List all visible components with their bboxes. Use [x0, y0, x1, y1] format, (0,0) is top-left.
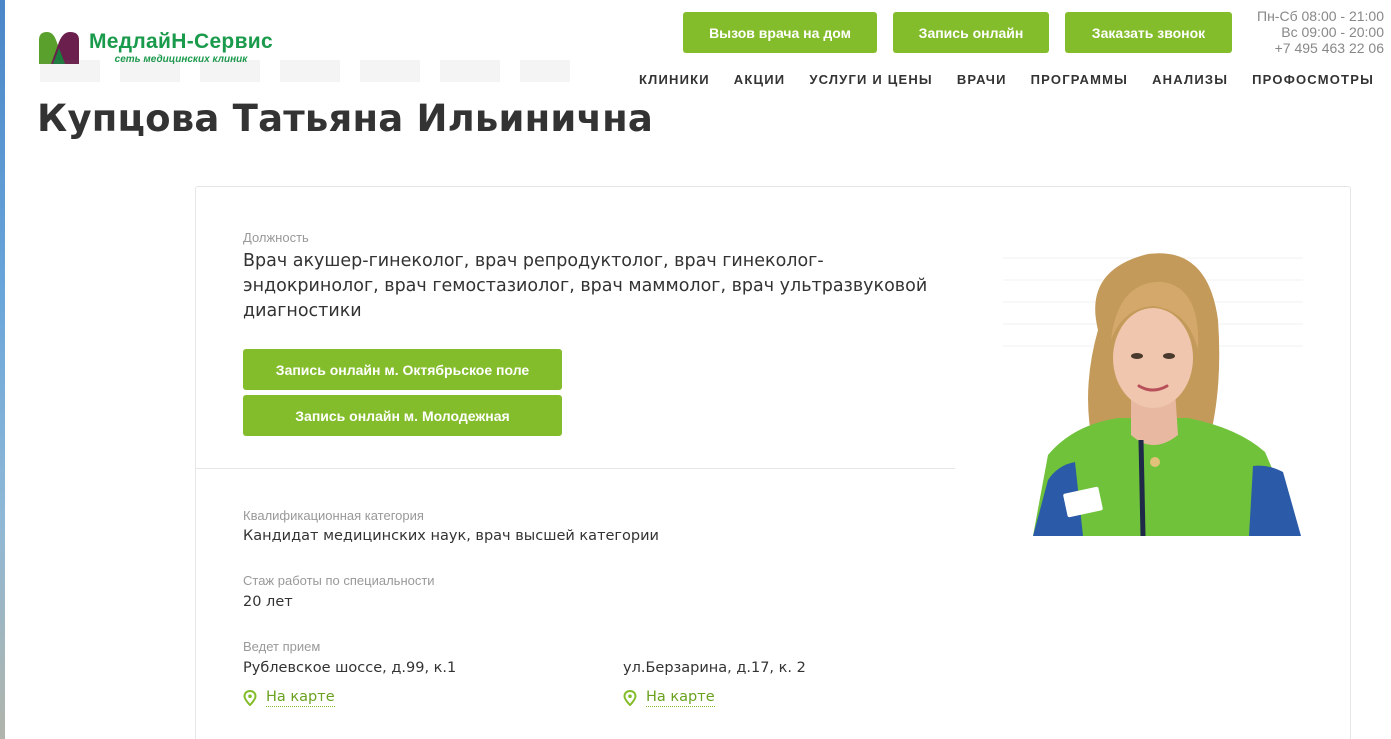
main-nav: КЛИНИКИ АКЦИИ УСЛУГИ И ЦЕНЫ ВРАЧИ ПРОГРА…: [615, 72, 1374, 87]
experience-value: 20 лет: [243, 594, 293, 610]
map-pin-icon: [623, 689, 637, 706]
map-link-2[interactable]: На карте: [623, 688, 715, 707]
nav-doctors[interactable]: ВРАЧИ: [957, 72, 1007, 87]
house-call-button[interactable]: Вызов врача на дом: [683, 12, 877, 53]
position-value: Врач акушер-гинеколог, врач репродуктоло…: [243, 251, 928, 321]
hours-sunday: Вс 09:00 - 20:00: [1281, 24, 1384, 40]
qualification-label: Квалификационная категория: [243, 508, 424, 523]
map-link-1[interactable]: На карте: [243, 688, 335, 707]
nav-promotions[interactable]: АКЦИИ: [734, 72, 786, 87]
nav-services-prices[interactable]: УСЛУГИ И ЦЕНЫ: [809, 72, 933, 87]
card-divider: [195, 468, 955, 469]
breadcrumb-faded: [40, 60, 570, 82]
qualification-value: Кандидат медицинских наук, врач высшей к…: [243, 528, 659, 544]
logo-title: МедлайН-Сервис: [89, 29, 273, 53]
book-oktyabrskoe-pole-button[interactable]: Запись онлайн м. Октябрьское поле: [243, 349, 562, 390]
experience-label: Стаж работы по специальности: [243, 573, 435, 588]
reception-label: Ведет прием: [243, 639, 321, 654]
book-molodezhnaya-button[interactable]: Запись онлайн м. Молодежная: [243, 395, 562, 436]
page-edge-strip: [0, 0, 5, 739]
contacts: Пн-Сб 08:00 - 21:00 Вс 09:00 - 20:00 +7 …: [1257, 8, 1384, 56]
map-pin-icon: [243, 689, 257, 706]
online-booking-button[interactable]: Запись онлайн: [893, 12, 1049, 53]
map-link-2-label: На карте: [646, 689, 715, 707]
nav-programs[interactable]: ПРОГРАММЫ: [1031, 72, 1128, 87]
position-label: Должность: [243, 230, 309, 245]
location-address-2: ул.Берзарина, д.17, к. 2: [623, 660, 806, 676]
nav-checkups[interactable]: ПРОФОСМОТРЫ: [1252, 72, 1374, 87]
doctor-photo: [1003, 240, 1303, 536]
phone-number[interactable]: +7 495 463 22 06: [1257, 40, 1384, 56]
doctor-name: Купцова Татьяна Ильинична: [37, 97, 654, 140]
map-link-1-label: На карте: [266, 689, 335, 707]
nav-clinics[interactable]: КЛИНИКИ: [639, 72, 710, 87]
hours-weekdays: Пн-Сб 08:00 - 21:00: [1257, 8, 1384, 24]
callback-button[interactable]: Заказать звонок: [1065, 12, 1232, 53]
nav-tests[interactable]: АНАЛИЗЫ: [1152, 72, 1228, 87]
location-address-1: Рублевское шоссе, д.99, к.1: [243, 660, 457, 676]
